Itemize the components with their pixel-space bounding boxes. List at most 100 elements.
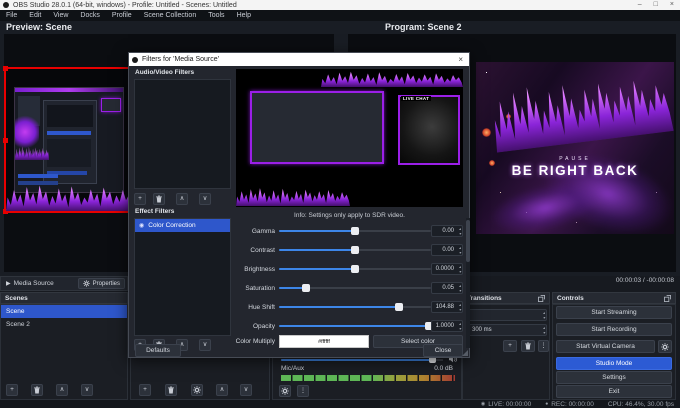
studio-mode-button[interactable]: Studio Mode [556, 357, 672, 370]
audio-filters-list[interactable] [134, 79, 231, 189]
controls-title: Controls [557, 294, 584, 302]
gamma-value[interactable]: 0.00 ▴ ▾ [431, 225, 463, 237]
contrast-value[interactable]: 0.00 ▴ ▾ [431, 244, 463, 256]
settings-button[interactable]: Settings [556, 371, 672, 384]
transitions-panel-header[interactable]: Transitions [462, 292, 550, 304]
properties-button[interactable]: Properties [77, 278, 125, 289]
be-right-back-text: BE RIGHT BACK [511, 163, 639, 178]
color-swatch[interactable]: #ffffff [279, 335, 369, 348]
brightness-value[interactable]: 0.0000 ▴ ▾ [431, 263, 463, 275]
context-source-name: Media Source [13, 280, 54, 287]
filter-preview: LIVE CHAT [236, 69, 463, 207]
remove-scene-button[interactable] [31, 384, 43, 396]
start-streaming-button[interactable]: Start Streaming [556, 306, 672, 319]
start-recording-button[interactable]: Start Recording [556, 323, 672, 336]
menu-tools[interactable]: Tools [202, 12, 230, 19]
add-transition-button[interactable]: + [503, 340, 517, 352]
scene-down-button[interactable]: ∨ [81, 384, 93, 396]
transition-duration[interactable]: 300 ms ▴ ▾ [467, 324, 547, 336]
opacity-slider[interactable] [279, 322, 434, 330]
resize-grip[interactable] [462, 350, 468, 356]
brightness-label: Brightness [244, 266, 275, 273]
scenes-panel-header[interactable]: Scenes [0, 292, 128, 304]
popout-icon[interactable] [664, 294, 671, 302]
menu-scene-collection[interactable]: Scene Collection [138, 12, 203, 19]
scene-item[interactable]: Scene 2 [1, 318, 127, 331]
menu-help[interactable]: Help [231, 12, 257, 19]
menu-edit[interactable]: Edit [23, 12, 47, 19]
selection-handle[interactable] [3, 66, 8, 71]
trash-icon [156, 195, 162, 203]
live-icon: ◉ [480, 401, 486, 407]
rec-status: REC: 00:00:00 [551, 400, 594, 408]
window-titlebar: OBS Studio 28.0.1 (64-bit, windows) - Pr… [0, 0, 680, 10]
dialog-close-button[interactable]: Close [423, 344, 463, 357]
preview-label: Preview: Scene [6, 22, 73, 32]
contrast-slider[interactable] [279, 246, 431, 254]
hue-shift-value[interactable]: 104.88 ▴ ▾ [431, 301, 463, 313]
scene-up-button[interactable]: ∧ [56, 384, 68, 396]
maximize-icon[interactable]: □ [654, 0, 658, 10]
window-title: OBS Studio 28.0.1 (64-bit, windows) - Pr… [13, 1, 237, 9]
source-context-bar: ▶ Media Source Properties [0, 276, 128, 291]
add-scene-button[interactable]: + [6, 384, 18, 396]
mixer-db-value: 0.0 dB [434, 365, 453, 372]
audio-filter-up-button[interactable]: ∧ [176, 193, 188, 205]
source-down-button[interactable]: ∨ [240, 384, 252, 396]
saturation-slider[interactable] [279, 284, 431, 292]
hue-shift-slider[interactable] [279, 303, 431, 311]
mixer-channel-name: Mic/Aux [281, 365, 305, 372]
menu-file[interactable]: File [0, 12, 23, 19]
dialog-scrollbar[interactable] [466, 218, 470, 348]
close-icon[interactable]: × [670, 0, 674, 10]
obs-app-icon [3, 2, 9, 8]
saturation-value[interactable]: 0.05 ▴ ▾ [431, 282, 463, 294]
status-bar: ◉ LIVE: 00:00:00 ● REC: 00:00:00 CPU: 46.4… [0, 400, 680, 408]
exit-button[interactable]: Exit [556, 385, 672, 398]
audio-filters-heading: Audio/Video Filters [135, 69, 195, 76]
opacity-row: Opacity 1.0000 ▴ ▾ [129, 320, 469, 333]
add-source-button[interactable]: + [139, 384, 151, 396]
saturation-row: Saturation 0.05 ▴ ▾ [129, 282, 469, 295]
trash-icon [34, 386, 40, 394]
overlay-chat-box: LIVE CHAT [398, 95, 460, 165]
pause-text: PAUSE [559, 156, 591, 162]
menu-view[interactable]: View [47, 12, 74, 19]
mixer-menu-button[interactable]: ⋮ [297, 385, 309, 397]
volume-slider[interactable] [281, 356, 443, 363]
opacity-value[interactable]: 1.0000 ▴ ▾ [431, 320, 463, 332]
virtual-camera-config-button[interactable] [658, 340, 672, 353]
source-up-button[interactable]: ∧ [216, 384, 228, 396]
scene-item[interactable]: Scene [1, 305, 127, 318]
overlay-cam-frame [250, 91, 384, 164]
menu-docks[interactable]: Docks [74, 12, 105, 19]
menu-profile[interactable]: Profile [106, 12, 138, 19]
saturation-label: Saturation [245, 285, 275, 292]
defaults-button[interactable]: Defaults [135, 344, 181, 357]
add-audio-filter-button[interactable]: + [134, 193, 146, 205]
controls-panel-header[interactable]: Controls [552, 292, 676, 304]
minimize-icon[interactable]: – [638, 0, 642, 10]
mixer-config-button[interactable] [279, 385, 291, 397]
dialog-close-icon[interactable]: × [458, 55, 469, 64]
transition-select[interactable]: ▴ ▾ [467, 309, 547, 321]
color-multiply-label: Color Multiply [235, 338, 275, 345]
remove-source-button[interactable] [165, 384, 177, 396]
transitions-title: Transitions [467, 294, 502, 302]
dialog-titlebar[interactable]: Filters for 'Media Source' × [129, 53, 469, 66]
gamma-label: Gamma [251, 228, 275, 235]
brightness-slider[interactable] [279, 265, 431, 273]
source-properties-button[interactable] [191, 384, 203, 396]
audio-filter-down-button[interactable]: ∨ [199, 193, 211, 205]
start-virtual-camera-button[interactable]: Start Virtual Camera [556, 340, 655, 353]
remove-transition-button[interactable] [521, 340, 535, 352]
remove-audio-filter-button[interactable] [153, 193, 165, 205]
brb-screen: PAUSE BE RIGHT BACK [476, 62, 674, 234]
gear-icon [661, 342, 669, 351]
gamma-slider[interactable] [279, 227, 431, 235]
gamma-row: Gamma 0.00 ▴ ▾ [129, 225, 469, 238]
selection-handle[interactable] [3, 138, 8, 143]
transition-menu-button[interactable]: ⋮ [538, 340, 549, 352]
popout-icon[interactable] [538, 294, 545, 302]
trash-icon [525, 342, 531, 350]
